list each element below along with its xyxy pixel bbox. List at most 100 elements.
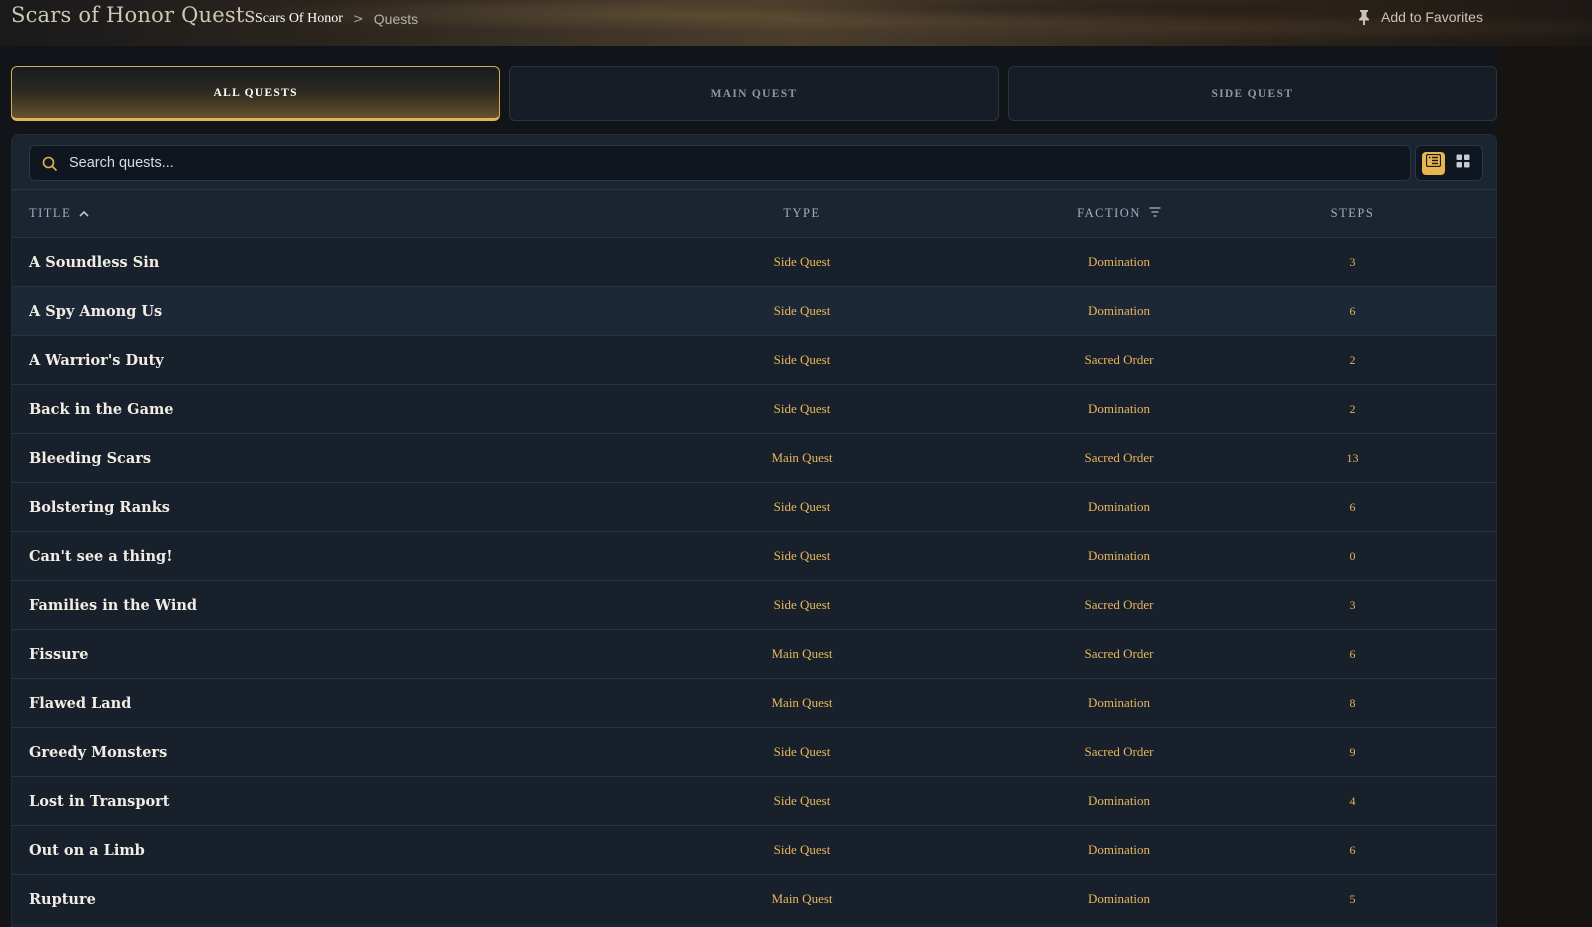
header: Scars of Honor Quests Scars Of Honor > Q… [0,0,1592,46]
quest-steps: 6 [1349,303,1356,318]
quest-title[interactable]: Fissure [12,630,575,679]
column-header-faction[interactable]: FACTION [1029,190,1209,238]
quest-type-tabs: ALL QUESTS MAIN QUEST SIDE QUEST [11,66,1497,121]
quest-title[interactable]: Rupture [12,875,575,924]
table-row[interactable]: Back in the Game Side Quest Domination 2 [12,384,1496,434]
add-to-favorites-button[interactable]: Add to Favorites [1358,9,1483,26]
table-row[interactable]: Rupture Main Quest Domination 5 [12,874,1496,924]
quest-faction: Domination [1087,254,1151,269]
quest-steps: 3 [1349,597,1356,612]
tab-side-quest[interactable]: SIDE QUEST [1007,66,1497,121]
search-icon [42,156,57,171]
column-header-steps[interactable]: STEPS [1209,190,1496,238]
quest-title[interactable]: Back in the Game [12,385,575,434]
quest-type: Side Quest [773,303,831,318]
column-header-title-label: TITLE [29,206,72,220]
quest-faction: Domination [1087,695,1151,710]
table-row[interactable]: A Spy Among Us Side Quest Domination 6 [12,286,1496,336]
quest-steps: 4 [1349,793,1356,808]
quests-table: TITLE TYPE FACTION STEPS A Soundless Sin… [12,189,1496,924]
quest-faction: Domination [1087,793,1151,808]
table-row[interactable]: Families in the Wind Side Quest Sacred Ord… [12,580,1496,630]
quest-faction: Sacred Order [1084,352,1154,367]
table-row[interactable]: A Warrior's Duty Side Quest Sacred Order 2 [12,335,1496,385]
grid-view-button[interactable] [1451,152,1474,175]
quest-title[interactable]: Out on a Limb [12,826,575,875]
table-row[interactable]: Greedy Monsters Side Quest Sacred Order 9 [12,727,1496,777]
table-row[interactable]: A Soundless Sin Side Quest Domination 3 [12,237,1496,287]
tab-all-quests[interactable]: ALL QUESTS [11,66,501,121]
table-header-row: TITLE TYPE FACTION STEPS [12,189,1496,238]
list-view-button[interactable] [1422,151,1445,175]
quest-steps: 3 [1349,254,1356,269]
column-header-title[interactable]: TITLE [12,190,575,238]
quest-steps: 13 [1346,450,1359,465]
quest-faction: Sacred Order [1084,450,1154,465]
quest-faction: Sacred Order [1084,597,1154,612]
quest-type: Side Quest [773,499,831,514]
page-title: Scars of Honor Quests [11,3,256,27]
table-row[interactable]: Can't see a thing! Side Quest Domination 0 [12,531,1496,581]
quest-faction: Domination [1087,303,1151,318]
quest-type: Side Quest [773,744,831,759]
list-view-icon [1425,153,1442,172]
quest-faction: Domination [1087,891,1151,907]
quest-type: Side Quest [773,401,831,416]
quest-faction: Domination [1087,401,1151,416]
quest-type: Side Quest [773,254,831,269]
quest-type: Side Quest [773,597,831,612]
quest-title[interactable]: A Soundless Sin [12,238,575,287]
quest-title[interactable]: Bolstering Ranks [12,483,575,532]
quest-steps: 5 [1349,891,1356,906]
search-input[interactable] [69,146,1389,180]
quest-steps: 0 [1349,548,1356,563]
filter-icon[interactable] [1149,206,1161,221]
search-box [29,145,1411,181]
quest-faction: Domination [1087,842,1151,857]
view-toggle [1415,145,1483,181]
table-row[interactable]: Bolstering Ranks Side Quest Domination 6 [12,482,1496,532]
column-header-faction-label: FACTION [1077,206,1141,220]
quest-steps: 8 [1349,695,1356,710]
sort-ascending-icon [79,206,89,221]
grid-view-icon [1456,154,1470,173]
table-row[interactable]: Out on a Limb Side Quest Domination 6 [12,825,1496,875]
table-row[interactable]: Flawed Land Main Quest Domination 8 [12,678,1496,728]
quest-steps: 9 [1349,744,1356,759]
quest-type: Side Quest [773,548,831,563]
column-header-type[interactable]: TYPE [575,190,1029,238]
column-header-type-label: TYPE [783,206,821,220]
quest-faction: Domination [1087,548,1151,563]
quest-steps: 6 [1349,646,1356,661]
quest-steps: 2 [1349,401,1356,416]
quest-title[interactable]: Lost in Transport [12,777,575,826]
quest-steps: 6 [1349,842,1356,857]
quest-faction: Domination [1087,499,1151,514]
quest-type: Side Quest [773,352,831,367]
quest-faction: Sacred Order [1084,646,1154,661]
quest-type: Side Quest [773,842,831,857]
quest-title[interactable]: Flawed Land [12,679,575,728]
breadcrumb-home-link[interactable]: Scars Of Honor [255,11,343,27]
quest-title[interactable]: Can't see a thing! [12,532,575,581]
table-row[interactable]: Fissure Main Quest Sacred Order 6 [12,629,1496,679]
search-row [29,145,1483,181]
quest-type: Side Quest [773,793,831,808]
quest-title[interactable]: Bleeding Scars [12,434,575,483]
quest-type: Main Quest [771,891,833,907]
quest-title[interactable]: A Spy Among Us [12,287,575,336]
tab-main-quest[interactable]: MAIN QUEST [509,66,999,121]
quest-title[interactable]: A Warrior's Duty [12,336,575,385]
column-header-steps-label: STEPS [1330,206,1375,220]
table-row[interactable]: Lost in Transport Side Quest Domination 4 [12,776,1496,826]
quest-type: Main Quest [771,695,833,710]
quest-type: Main Quest [771,450,833,465]
table-row[interactable]: Bleeding Scars Main Quest Sacred Order 13 [12,433,1496,483]
right-side-gutter [1496,46,1592,927]
breadcrumb-current: Quests [373,11,419,27]
quest-title[interactable]: Families in the Wind [12,581,575,630]
table-body: A Soundless Sin Side Quest Domination 3 A Sp… [12,237,1496,924]
quest-title[interactable]: Greedy Monsters [12,728,575,777]
breadcrumb: Scars Of Honor > Quests [255,11,418,27]
quest-faction: Sacred Order [1084,744,1154,759]
